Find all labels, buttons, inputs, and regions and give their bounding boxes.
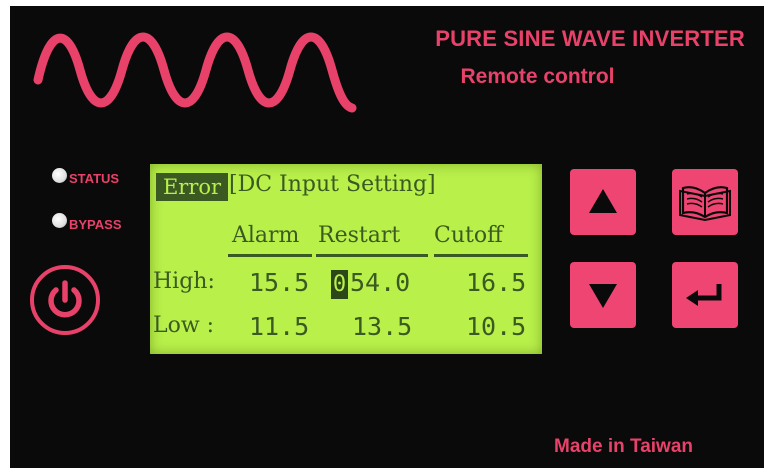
low-cutoff-value: 10.5	[466, 312, 527, 341]
sine-wave-logo	[33, 32, 357, 113]
high-alarm-value: 15.5	[249, 268, 310, 297]
restart-underline	[316, 254, 428, 257]
column-alarm: Alarm	[232, 223, 300, 248]
bypass-led	[52, 213, 67, 228]
power-button[interactable]	[30, 265, 100, 335]
column-restart: Restart	[318, 223, 401, 248]
enter-icon	[686, 284, 722, 306]
down-button[interactable]	[570, 262, 636, 328]
menu-book-button[interactable]	[672, 169, 738, 235]
row-high-label: High:	[153, 269, 215, 294]
row-low-label: Low :	[153, 313, 215, 338]
status-label: STATUS	[69, 171, 120, 186]
low-restart-value: 13.5	[352, 312, 413, 341]
bypass-label: BYPASS	[69, 217, 122, 232]
error-tag: Error	[156, 173, 228, 201]
menu-title: [DC Input Setting]	[229, 172, 436, 197]
edit-cursor: 0	[331, 270, 348, 299]
arrow-down-icon	[589, 284, 617, 308]
low-alarm-value: 11.5	[249, 312, 310, 341]
column-cutoff: Cutoff	[434, 223, 503, 248]
high-restart-value: 54.0	[350, 268, 411, 297]
power-icon	[48, 280, 82, 318]
made-in-label: Made in Taiwan	[554, 436, 694, 457]
enter-button[interactable]	[672, 262, 738, 328]
product-title: PURE SINE WAVE INVERTER	[435, 26, 745, 51]
arrow-up-icon	[589, 189, 617, 213]
up-button[interactable]	[570, 169, 636, 235]
cutoff-underline	[434, 254, 528, 257]
book-icon	[679, 186, 731, 222]
alarm-underline	[228, 254, 312, 257]
product-subtitle: Remote control	[460, 65, 615, 88]
high-cutoff-value: 16.5	[466, 268, 527, 297]
status-led	[52, 168, 67, 183]
